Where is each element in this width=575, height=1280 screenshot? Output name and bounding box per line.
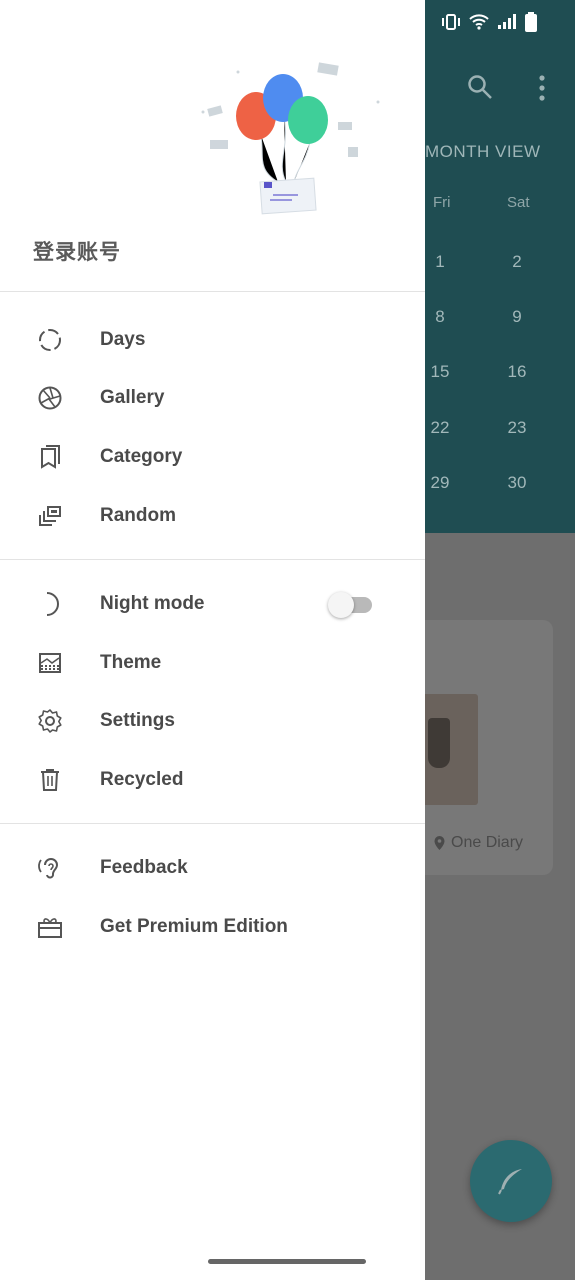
divider [0,291,425,292]
gear-icon [37,708,63,734]
drawer-item-label: Night mode [100,593,205,614]
month-view-tab[interactable]: MONTH VIEW [425,142,541,162]
calendar-day[interactable]: 23 [497,418,537,438]
diary-card-location: One Diary [434,834,523,852]
drawer-item-settings[interactable]: Settings [0,693,425,749]
drawer-item-label: Category [100,446,183,467]
wifi-icon [469,14,489,30]
vibrate-icon [442,14,460,30]
divider [0,823,425,824]
drawer-item-label: Theme [100,652,162,673]
calendar-day[interactable]: 1 [420,252,460,272]
shuffle-cards-icon [37,503,63,529]
calendar-day[interactable]: 16 [497,362,537,382]
aperture-icon [37,385,63,411]
battery-icon [525,12,537,32]
trash-icon [37,767,63,793]
location-pin-icon [434,836,445,850]
drawer-item-theme[interactable]: Theme [0,635,425,691]
login-account-button[interactable]: 登录账号 [33,236,121,266]
divider [0,559,425,560]
drink-cup-image [428,718,450,768]
feather-quill-icon [498,1169,522,1195]
calendar-day[interactable]: 9 [497,307,537,327]
home-indicator[interactable] [208,1259,366,1264]
drawer-item-random[interactable]: Random [0,488,425,544]
loading-circle-icon [37,327,63,353]
moon-icon [37,591,63,617]
drawer-item-premium[interactable]: Get Premium Edition [0,899,425,955]
drawer-item-label: Settings [100,710,175,731]
calendar-day[interactable]: 15 [420,362,460,382]
calendar-day[interactable]: 22 [420,418,460,438]
gift-icon [37,914,63,940]
calendar-day[interactable]: 8 [420,307,460,327]
drawer-item-feedback[interactable]: Feedback [0,840,425,896]
drawer-item-recycled[interactable]: Recycled [0,752,425,808]
theme-icon [37,650,63,676]
toggle-knob [328,592,354,618]
calendar-day[interactable]: 30 [497,473,537,493]
navigation-drawer: 登录账号 Days Gallery Category Random Night … [0,0,425,1280]
more-vert-icon[interactable] [534,74,550,102]
night-mode-toggle[interactable] [328,590,374,620]
bookmark-icon [37,444,63,470]
compose-fab[interactable] [470,1140,552,1222]
status-bar [441,12,537,32]
drawer-item-label: Recycled [100,769,184,790]
drawer-item-label: Random [100,505,176,526]
calendar-day[interactable]: 29 [420,473,460,493]
drawer-item-gallery[interactable]: Gallery [0,370,425,426]
drawer-item-label: Get Premium Edition [100,916,288,937]
location-text: One Diary [451,834,524,851]
drawer-item-category[interactable]: Category [0,429,425,485]
search-icon[interactable] [467,74,493,100]
signal-icon [498,14,516,29]
drawer-item-label: Gallery [100,387,165,408]
weekday-fri: Fri [433,194,451,211]
drawer-item-days[interactable]: Days [0,312,425,368]
drawer-item-label: Feedback [100,857,188,878]
calendar-day[interactable]: 2 [497,252,537,272]
ear-icon [37,855,63,881]
balloons-illustration [201,62,380,215]
drawer-item-label: Days [100,329,146,350]
weekday-sat: Sat [507,194,530,211]
